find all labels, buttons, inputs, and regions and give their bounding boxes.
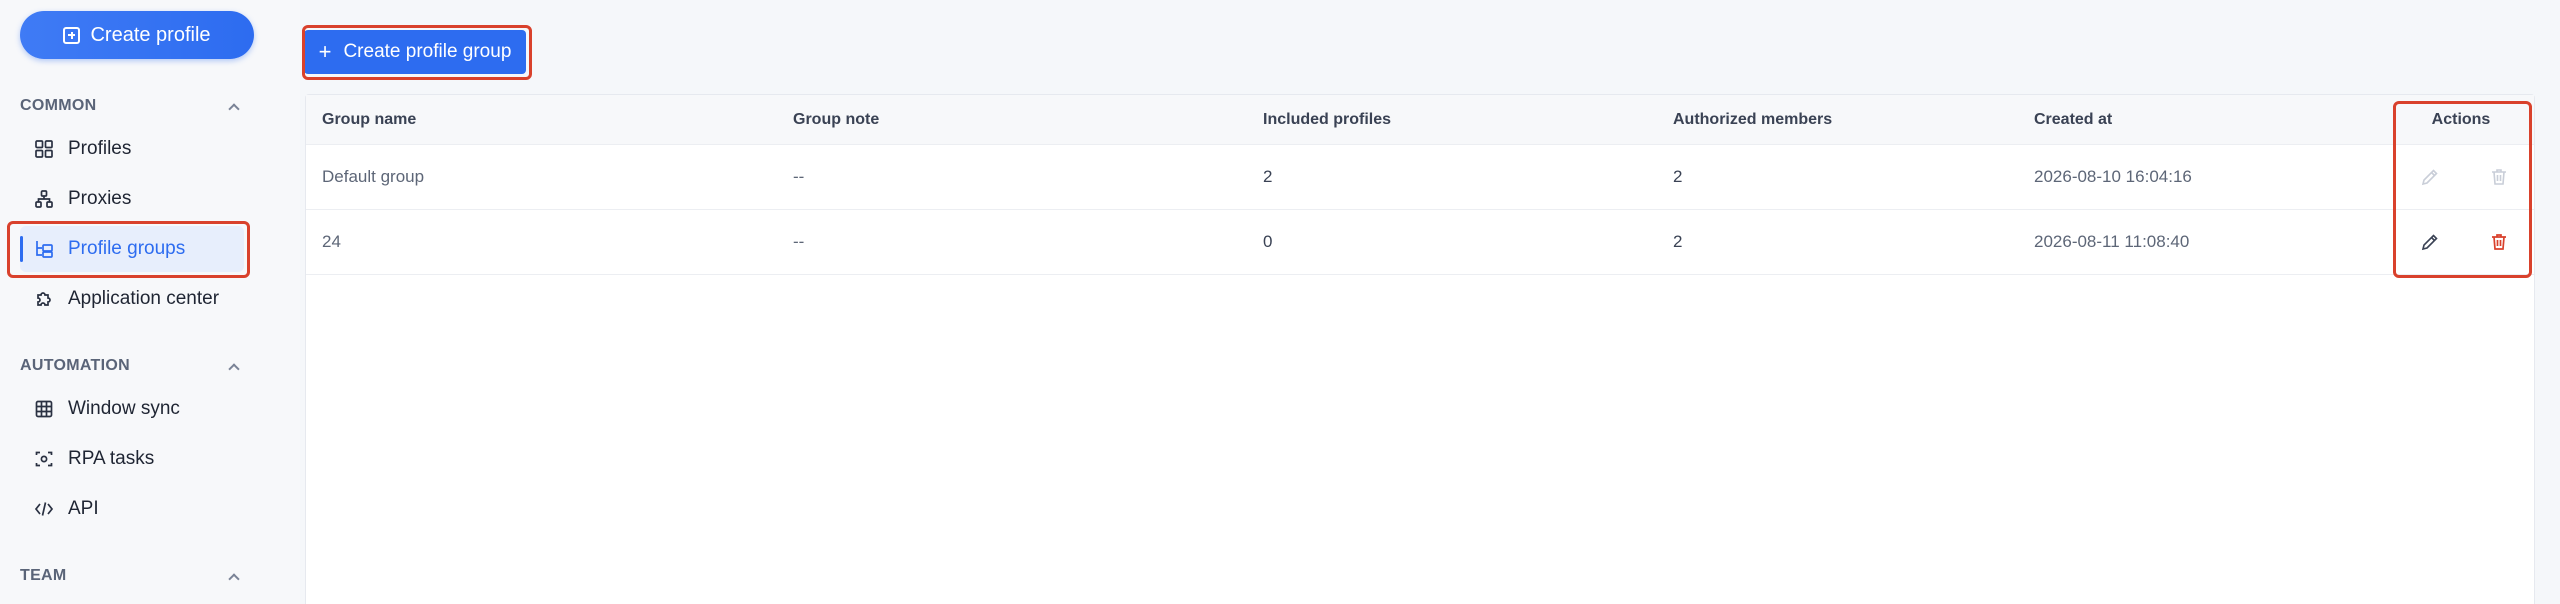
edit-pencil-icon <box>2419 166 2441 188</box>
code-icon <box>34 499 54 519</box>
chevron-up-icon <box>228 101 238 111</box>
grid-icon <box>34 139 54 159</box>
sidebar-item-proxies[interactable]: Proxies <box>20 176 244 222</box>
cell-group-note: -- <box>793 167 805 186</box>
sidebar-item-label: Proxies <box>68 188 132 209</box>
sidebar-item-api[interactable]: API <box>20 486 244 532</box>
network-icon <box>34 189 54 209</box>
create-profile-button[interactable]: Create profile <box>20 11 254 59</box>
sidebar-item-label: API <box>68 498 99 519</box>
cell-group-name: 24 <box>322 232 341 251</box>
section-automation-header[interactable]: AUTOMATION <box>20 354 240 378</box>
header-actions: Actions <box>2431 110 2491 128</box>
sidebar-item-label: Window sync <box>68 398 180 419</box>
section-team-header[interactable]: TEAM <box>20 564 240 588</box>
table-header: Group name Group note Included profiles … <box>306 95 2534 145</box>
sidebar-item-profiles[interactable]: Profiles <box>20 126 244 172</box>
sidebar: Create profile COMMON Profiles Proxies P… <box>0 0 300 604</box>
cell-group-note: -- <box>793 232 805 251</box>
sidebar-item-label: Profile groups <box>68 238 186 259</box>
section-common-label: COMMON <box>20 97 97 114</box>
delete-trash-icon <box>2488 166 2510 188</box>
section-common-header[interactable]: COMMON <box>20 94 240 118</box>
sidebar-item-profile-groups[interactable]: Profile groups <box>20 226 244 272</box>
create-profile-group-label: Create profile group <box>343 41 512 62</box>
chevron-up-icon <box>228 361 238 371</box>
sidebar-item-label: Profiles <box>68 138 132 159</box>
section-team-label: TEAM <box>20 567 67 584</box>
edit-pencil-icon[interactable] <box>2419 231 2441 253</box>
table-row: Default group -- 2 2 2026-08-10 16:04:16 <box>306 145 2534 210</box>
scan-icon <box>34 449 54 469</box>
create-profile-label: Create profile <box>90 23 211 46</box>
plus-icon: + <box>318 39 332 64</box>
sidebar-item-label: RPA tasks <box>68 448 155 469</box>
header-group-name: Group name <box>322 110 417 128</box>
main-content: + Create profile group Group name Group … <box>300 0 2560 604</box>
cell-created-at: 2026-08-11 11:08:40 <box>2034 232 2190 251</box>
sidebar-item-window-sync[interactable]: Window sync <box>20 386 244 432</box>
plus-square-icon <box>63 26 81 44</box>
cell-group-name: Default group <box>322 167 425 186</box>
create-profile-group-button[interactable]: + Create profile group <box>304 30 526 74</box>
header-group-note: Group note <box>793 110 880 128</box>
cell-included-profiles: 0 <box>1263 232 1273 251</box>
cell-authorized-members: 2 <box>1673 232 1683 251</box>
delete-trash-icon[interactable] <box>2488 231 2510 253</box>
folder-tree-icon <box>34 239 54 259</box>
table-grid-icon <box>34 399 54 419</box>
table-row: 24 -- 0 2 2026-08-11 11:08:40 <box>306 210 2534 275</box>
cell-authorized-members: 2 <box>1673 167 1683 186</box>
chevron-up-icon <box>228 571 238 581</box>
sidebar-item-application-center[interactable]: Application center <box>20 276 244 322</box>
header-created-at: Created at <box>2034 110 2113 128</box>
cell-included-profiles: 2 <box>1263 167 1273 186</box>
sidebar-item-label: Application center <box>68 288 220 309</box>
section-automation-label: AUTOMATION <box>20 357 130 374</box>
profile-groups-table: Group name Group note Included profiles … <box>305 94 2535 604</box>
cell-created-at: 2026-08-10 16:04:16 <box>2034 167 2192 186</box>
sidebar-item-rpa-tasks[interactable]: RPA tasks <box>20 436 244 482</box>
header-included-profiles: Included profiles <box>1263 110 1392 128</box>
header-authorized-members: Authorized members <box>1673 110 1833 128</box>
puzzle-icon <box>34 289 54 309</box>
